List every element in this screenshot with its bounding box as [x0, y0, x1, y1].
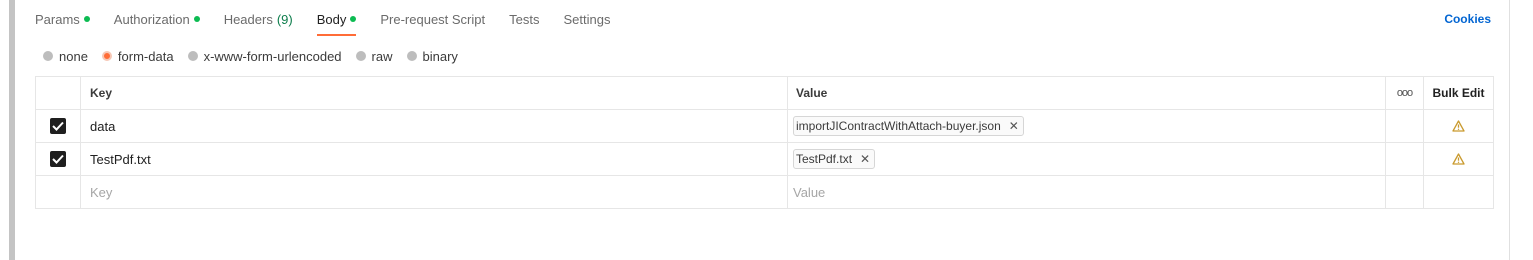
tab-label: Settings: [563, 11, 611, 27]
tab-label: Headers: [223, 11, 273, 27]
tab-label: Authorization: [113, 11, 190, 27]
headers-count: (9): [276, 11, 293, 27]
form-data-table: Key Value ooo Bulk Edit data importJICon: [35, 76, 1494, 209]
status-dot: [193, 16, 200, 22]
file-name: importJIContractWithAttach-buyer.json: [796, 119, 1001, 133]
row-warning-cell: [1424, 176, 1493, 208]
row-options-cell: [1386, 110, 1424, 142]
row-check-cell: [36, 143, 81, 175]
column-header-key: Key: [81, 77, 788, 109]
radio-none[interactable]: none: [43, 49, 88, 64]
table-row-new: Key Value: [36, 176, 1493, 208]
radio-raw[interactable]: raw: [355, 48, 393, 64]
tab-settings[interactable]: Settings: [563, 0, 610, 38]
tab-authorization[interactable]: Authorization: [114, 0, 200, 38]
key-input[interactable]: data: [81, 110, 788, 142]
body-type-selector: none form-data x-www-form-urlencoded raw…: [43, 47, 472, 65]
warning-triangle-svg: [1452, 120, 1465, 132]
bulk-edit-button[interactable]: Bulk Edit: [1424, 77, 1493, 109]
row-check-cell: [36, 176, 81, 208]
table-row: TestPdf.txt TestPdf.txt ✕: [36, 143, 1493, 176]
tab-body[interactable]: Body: [316, 0, 357, 38]
row-warning-cell: [1424, 143, 1493, 175]
key-text: data: [90, 118, 116, 134]
table-header-row: Key Value ooo Bulk Edit: [36, 77, 1493, 110]
checkmark-icon: [52, 154, 64, 164]
radio-label: none: [59, 48, 88, 64]
warning-triangle-svg: [1452, 153, 1465, 165]
radio-button[interactable]: [187, 51, 198, 61]
status-dot: [83, 16, 90, 22]
radio-form-data[interactable]: form-data: [101, 48, 174, 64]
radio-label: raw: [371, 48, 393, 64]
radio-label: form-data: [117, 48, 174, 64]
file-chip: TestPdf.txt ✕: [793, 149, 876, 169]
radio-button[interactable]: [355, 51, 366, 61]
remove-file-icon[interactable]: ✕: [860, 152, 870, 166]
row-options-cell: [1386, 176, 1424, 208]
radio-button[interactable]: [406, 51, 417, 61]
warning-icon[interactable]: [1452, 120, 1465, 132]
radio-button-selected[interactable]: [101, 51, 112, 61]
row-check-cell: [36, 110, 81, 142]
tab-pre-request-script[interactable]: Pre-request Script: [380, 0, 485, 38]
file-name: TestPdf.txt: [796, 152, 853, 166]
tab-label: Body: [316, 11, 347, 27]
radio-binary[interactable]: binary: [406, 48, 458, 64]
value-placeholder: Value: [793, 184, 826, 200]
table-row: data importJIContractWithAttach-buyer.js…: [36, 110, 1493, 143]
remove-file-icon[interactable]: ✕: [1009, 119, 1019, 133]
more-options-icon[interactable]: ooo: [1397, 87, 1413, 99]
left-panel-divider[interactable]: [9, 0, 15, 260]
radio-button[interactable]: [43, 51, 53, 61]
radio-label: binary: [422, 48, 458, 64]
right-panel-divider: [1509, 0, 1510, 260]
value-input[interactable]: importJIContractWithAttach-buyer.json ✕: [788, 110, 1386, 142]
new-value-input[interactable]: Value: [788, 176, 1386, 208]
header-check-cell: [36, 77, 81, 109]
radio-label: x-www-form-urlencoded: [203, 48, 342, 64]
row-enabled-checkbox[interactable]: [50, 151, 66, 167]
value-input[interactable]: TestPdf.txt ✕: [788, 143, 1386, 175]
tab-label: Params: [35, 11, 80, 27]
row-options-cell: [1386, 143, 1424, 175]
checkmark-icon: [52, 121, 64, 131]
cookies-link[interactable]: Cookies: [1444, 12, 1491, 26]
tab-label: Pre-request Script: [380, 11, 486, 27]
column-options-cell: ooo: [1386, 77, 1424, 109]
tab-params[interactable]: Params: [35, 0, 90, 38]
warning-icon[interactable]: [1452, 153, 1465, 165]
tab-tests[interactable]: Tests: [509, 0, 539, 38]
status-dot: [350, 16, 357, 22]
file-chip: importJIContractWithAttach-buyer.json ✕: [793, 116, 1024, 136]
key-input[interactable]: TestPdf.txt: [81, 143, 788, 175]
key-placeholder: Key: [90, 184, 113, 200]
row-warning-cell: [1424, 110, 1493, 142]
new-key-input[interactable]: Key: [81, 176, 788, 208]
radio-x-www-form-urlencoded[interactable]: x-www-form-urlencoded: [187, 48, 342, 64]
request-body-panel: Params Authorization Headers (9) Body Pr…: [0, 0, 1533, 260]
tab-label: Tests: [509, 11, 540, 27]
column-header-value: Value: [788, 77, 1386, 109]
tab-headers[interactable]: Headers (9): [224, 0, 293, 38]
row-enabled-checkbox[interactable]: [50, 118, 66, 134]
request-tabs: Params Authorization Headers (9) Body Pr…: [35, 0, 634, 38]
key-text: TestPdf.txt: [90, 151, 151, 167]
